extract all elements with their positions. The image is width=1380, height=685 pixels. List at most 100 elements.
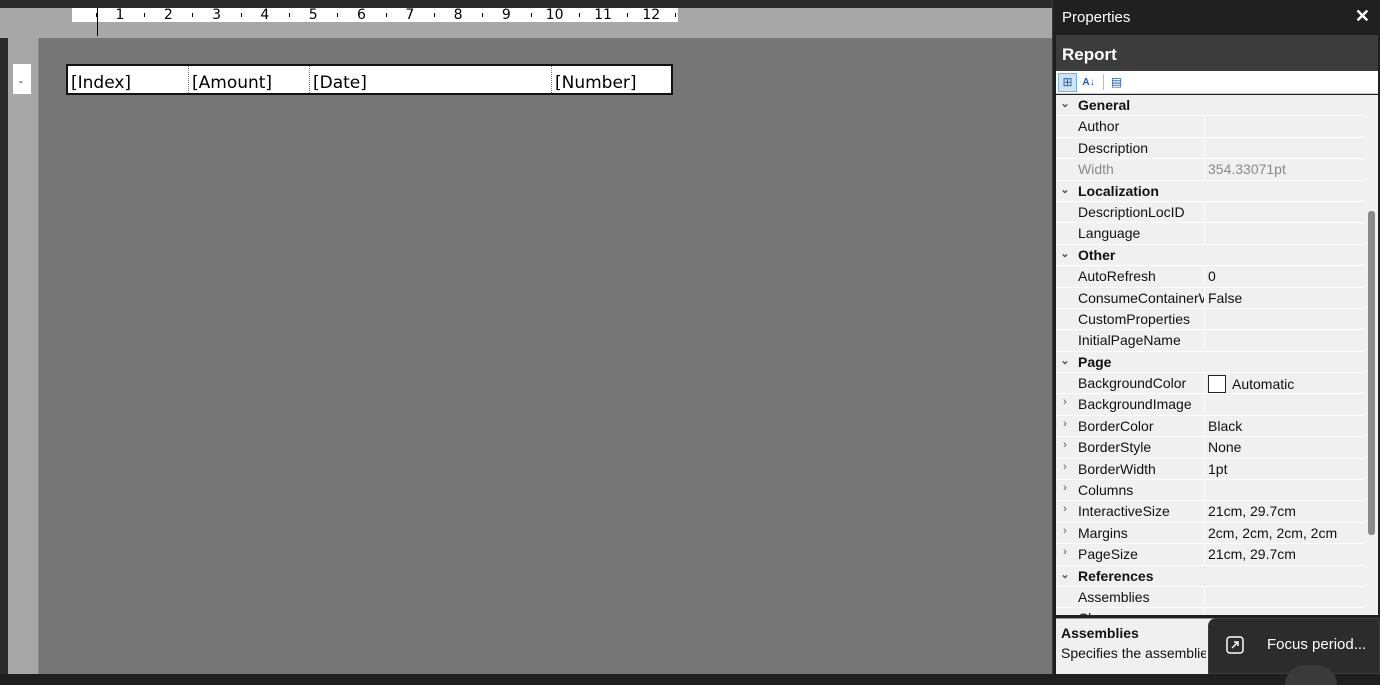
ruler-tick bbox=[337, 13, 339, 17]
top-strip bbox=[0, 0, 1052, 8]
ruler-tick bbox=[385, 13, 387, 17]
property-value[interactable] bbox=[1204, 223, 1364, 244]
property-row[interactable]: Cl bbox=[1056, 608, 1364, 615]
row-handle[interactable]: - bbox=[13, 64, 31, 94]
property-row[interactable]: ConsumeContainerWhitespaceFalse bbox=[1056, 287, 1364, 309]
property-value[interactable]: None bbox=[1204, 437, 1364, 458]
property-value[interactable]: False bbox=[1204, 287, 1364, 308]
property-row[interactable]: BackgroundColor Automatic bbox=[1056, 373, 1364, 395]
property-value[interactable] bbox=[1204, 586, 1364, 608]
property-value[interactable] bbox=[1204, 330, 1364, 351]
description-title: Assemblies bbox=[1061, 625, 1139, 641]
categorized-icon[interactable]: ⊞ bbox=[1058, 72, 1077, 92]
ruler-number: 9 bbox=[501, 7, 511, 23]
ruler-tick bbox=[289, 13, 291, 17]
property-name: CustomProperties bbox=[1078, 310, 1191, 327]
property-value[interactable]: 21cm, 29.7cm bbox=[1204, 544, 1364, 565]
property-row[interactable]: › InteractiveSize 21cm, 29.7cm bbox=[1056, 501, 1364, 523]
property-value[interactable]: 0 bbox=[1204, 266, 1364, 287]
property-row[interactable]: Author bbox=[1056, 116, 1364, 138]
description-text: Specifies the assemblies bbox=[1061, 645, 1206, 661]
ruler-number: 11 bbox=[594, 7, 612, 23]
property-name: InitialPageName bbox=[1078, 332, 1181, 349]
property-row[interactable]: › PageSize 21cm, 29.7cm bbox=[1056, 544, 1364, 566]
toolbar-separator bbox=[1103, 74, 1104, 90]
property-row[interactable]: › BorderStyle None bbox=[1056, 437, 1364, 459]
property-name: Assemblies bbox=[1078, 588, 1150, 605]
property-name: Language bbox=[1078, 225, 1141, 242]
report-designer-surface[interactable]: 1 2 3 4 5 6 7 8 9 10 11 12 - [Index] [Amount] [Date… bbox=[0, 0, 1052, 674]
collapse-chevron-icon[interactable]: ⌄ bbox=[1056, 568, 1074, 581]
property-row[interactable]: Width 354.33071pt bbox=[1056, 159, 1364, 181]
expand-chevron-icon[interactable]: › bbox=[1056, 439, 1074, 451]
expand-chevron-icon[interactable]: › bbox=[1056, 546, 1074, 558]
property-value[interactable]: 21cm, 29.7cm bbox=[1204, 501, 1364, 522]
property-category[interactable]: ⌄ Other bbox=[1056, 244, 1364, 267]
properties-panel: Properties ✕ Report ⊞ A↓ ▤ ⌄ General Autho… bbox=[1052, 0, 1380, 674]
property-value[interactable] bbox=[1204, 608, 1364, 615]
property-value[interactable] bbox=[1204, 137, 1364, 159]
property-value[interactable]: Automatic bbox=[1204, 373, 1364, 394]
property-category[interactable]: ⌄ General bbox=[1056, 95, 1364, 117]
property-value[interactable] bbox=[1204, 308, 1364, 330]
property-grid[interactable]: ⌄ General Author Description Width 354.33071p… bbox=[1056, 95, 1364, 615]
close-icon[interactable]: ✕ bbox=[1355, 6, 1370, 27]
object-selector[interactable]: Report bbox=[1056, 35, 1378, 71]
scrollbar-thumb[interactable] bbox=[1368, 211, 1375, 535]
property-value[interactable]: Black bbox=[1204, 415, 1364, 437]
table-header-row[interactable]: [Index] [Amount] [Date] [Number] bbox=[66, 64, 673, 95]
property-row[interactable]: › BackgroundImage bbox=[1056, 394, 1364, 416]
property-grid-scrollbar[interactable] bbox=[1364, 95, 1378, 615]
property-value[interactable]: 1pt bbox=[1204, 458, 1364, 480]
property-row[interactable]: InitialPageName bbox=[1056, 330, 1364, 352]
horizontal-ruler: 1 2 3 4 5 6 7 8 9 10 11 12 bbox=[72, 7, 678, 23]
category-name: References bbox=[1078, 567, 1154, 584]
expand-chevron-icon[interactable]: › bbox=[1056, 461, 1074, 473]
property-row[interactable]: AutoRefresh 0 bbox=[1056, 266, 1364, 288]
ruler-tick bbox=[482, 13, 484, 17]
property-value[interactable] bbox=[1204, 116, 1364, 137]
property-row[interactable]: › BorderWidth 1pt bbox=[1056, 458, 1364, 481]
ruler-number: 3 bbox=[212, 7, 222, 23]
table-cell-index[interactable]: [Index] bbox=[68, 66, 189, 93]
expand-chevron-icon[interactable]: › bbox=[1056, 503, 1074, 515]
property-value[interactable] bbox=[1204, 394, 1364, 415]
property-row[interactable]: › Columns bbox=[1056, 480, 1364, 502]
property-row[interactable]: Description bbox=[1056, 137, 1364, 160]
table-cell-amount[interactable]: [Amount] bbox=[189, 66, 310, 93]
expand-chevron-icon[interactable]: › bbox=[1056, 525, 1074, 537]
collapse-chevron-icon[interactable]: ⌄ bbox=[1056, 247, 1074, 260]
property-row[interactable]: › Margins 2cm, 2cm, 2cm, 2cm bbox=[1056, 522, 1364, 545]
focus-session-toast[interactable]: Focus period... bbox=[1208, 618, 1380, 685]
property-row[interactable]: › BorderColor Black bbox=[1056, 415, 1364, 438]
property-name: Columns bbox=[1078, 482, 1134, 499]
collapse-chevron-icon[interactable]: ⌄ bbox=[1056, 97, 1074, 110]
property-value[interactable]: 2cm, 2cm, 2cm, 2cm bbox=[1204, 522, 1364, 544]
property-name: BackgroundColor bbox=[1078, 375, 1187, 392]
ruler-tick bbox=[627, 13, 629, 17]
property-row[interactable]: DescriptionLocID bbox=[1056, 201, 1364, 224]
toast-text: Focus period... bbox=[1267, 636, 1367, 653]
property-category[interactable]: ⌄ Page bbox=[1056, 351, 1364, 374]
property-row[interactable]: Language bbox=[1056, 223, 1364, 245]
property-row[interactable]: CustomProperties bbox=[1056, 308, 1364, 331]
property-value[interactable] bbox=[1204, 201, 1364, 223]
property-value[interactable] bbox=[1204, 480, 1364, 501]
table-cell-date[interactable]: [Date] bbox=[310, 66, 552, 93]
ruler-number: 6 bbox=[357, 7, 366, 23]
collapse-chevron-icon[interactable]: ⌄ bbox=[1056, 354, 1074, 367]
properties-title: Properties bbox=[1062, 9, 1131, 26]
alphabetical-sort-icon[interactable]: A↓ bbox=[1079, 73, 1098, 92]
collapse-chevron-icon[interactable]: ⌄ bbox=[1056, 183, 1074, 196]
expand-chevron-icon[interactable]: › bbox=[1056, 418, 1074, 430]
property-pages-icon[interactable]: ▤ bbox=[1107, 73, 1126, 92]
property-row[interactable]: Assemblies bbox=[1056, 586, 1364, 609]
ruler-tick bbox=[144, 13, 146, 17]
expand-chevron-icon[interactable]: › bbox=[1056, 482, 1074, 494]
property-name: Description bbox=[1078, 139, 1149, 156]
expand-chevron-icon[interactable]: › bbox=[1056, 396, 1074, 408]
table-cell-number[interactable]: [Number] bbox=[552, 66, 671, 93]
property-category[interactable]: ⌄ References bbox=[1056, 565, 1364, 587]
row-handle-text: - bbox=[19, 76, 23, 88]
property-category[interactable]: ⌄ Localization bbox=[1056, 180, 1364, 202]
